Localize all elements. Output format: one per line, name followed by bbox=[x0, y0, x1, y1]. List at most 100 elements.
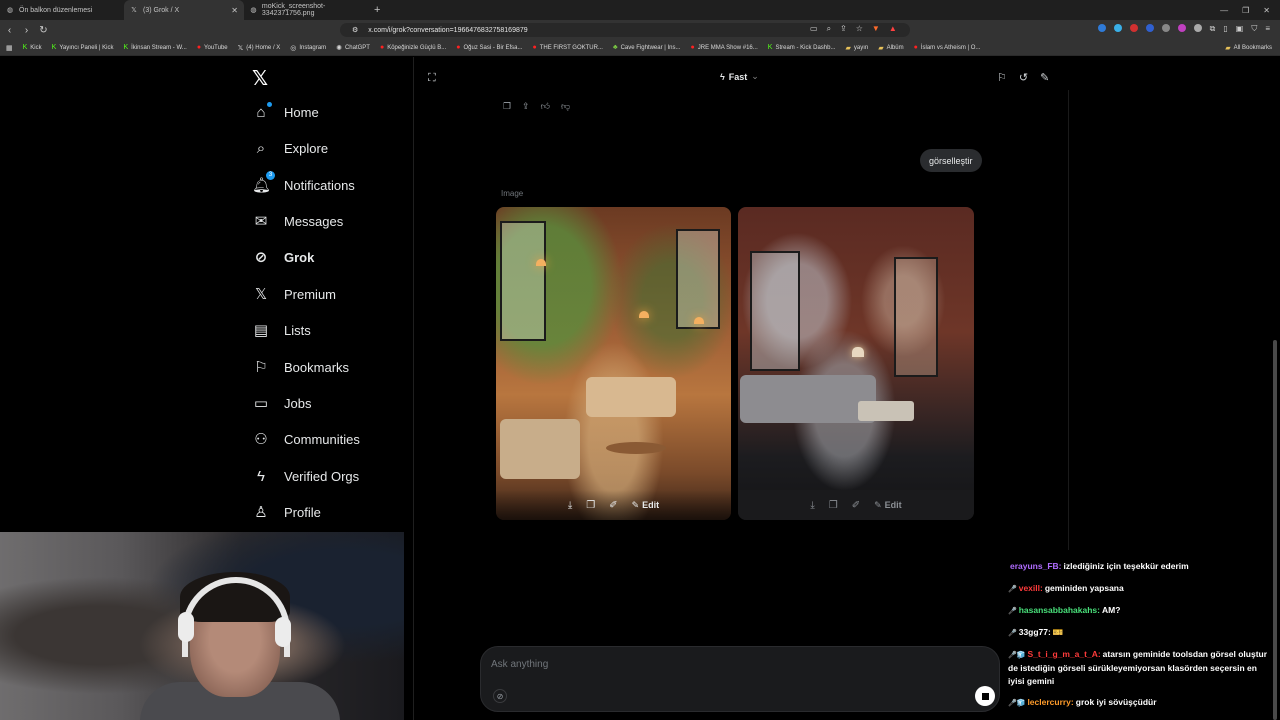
model-label: Fast bbox=[728, 71, 748, 82]
edit-button[interactable]: ✎ Edit bbox=[874, 500, 902, 511]
extension-icon[interactable] bbox=[1193, 24, 1202, 32]
chat-username: vexill: bbox=[1018, 583, 1043, 593]
envelope-icon: ✉ bbox=[254, 213, 268, 230]
sidebar-item-jobs[interactable]: ▭ Jobs bbox=[252, 391, 312, 415]
expand-icon[interactable]: ⛶ bbox=[428, 72, 436, 85]
image-armchair bbox=[500, 419, 580, 479]
chat-badges: 🎤 bbox=[1008, 630, 1017, 637]
chevron-down-icon: ⌄ bbox=[751, 71, 759, 81]
forward-icon[interactable]: › bbox=[19, 25, 34, 36]
sidebar-item-label: Grok bbox=[284, 249, 315, 265]
sidebar-item-bookmarks[interactable]: ⚐ Bookmarks bbox=[252, 355, 349, 379]
back-icon[interactable]: ‹ bbox=[2, 25, 17, 36]
download-icon[interactable]: ⤓ bbox=[568, 500, 572, 511]
sidebar-item-premium[interactable]: 𝕏 Premium bbox=[252, 282, 336, 306]
bookmark-icon[interactable]: ⚐ bbox=[997, 71, 1007, 84]
brave-shield-icon[interactable]: ▼ bbox=[872, 24, 880, 34]
sidebar-item-notifications[interactable]: 🔔︎ 3 Notifications bbox=[252, 171, 355, 197]
star-icon[interactable]: ☆ bbox=[856, 24, 863, 34]
bookmark-item[interactable]: ◎ Instagram bbox=[290, 44, 326, 52]
browser-tab[interactable]: ◍ Ön balkon düzenlemesi bbox=[0, 0, 124, 20]
download-icon[interactable]: ⤓ bbox=[810, 500, 814, 511]
animate-icon[interactable]: ✐ bbox=[852, 500, 860, 511]
shield-icon[interactable]: ⛉ bbox=[1251, 24, 1257, 34]
share-icon[interactable]: ⇪ bbox=[840, 24, 847, 34]
edit-button[interactable]: ✎ Edit bbox=[632, 500, 660, 511]
extension-icon[interactable] bbox=[1145, 24, 1154, 32]
animate-icon[interactable]: ✐ bbox=[609, 500, 617, 511]
close-window-icon[interactable]: ✕ bbox=[1263, 6, 1270, 15]
site-info-icon[interactable]: ⚙ bbox=[352, 26, 358, 34]
sidebar-item-communities[interactable]: ⚇ Communities bbox=[252, 427, 360, 451]
minimize-icon[interactable]: — bbox=[1220, 6, 1228, 15]
zoom-icon[interactable]: ⌕ bbox=[827, 24, 831, 34]
attach-icon[interactable]: ⊘ bbox=[493, 689, 507, 703]
reload-icon[interactable]: ↻ bbox=[36, 25, 51, 36]
maximize-icon[interactable]: ❐ bbox=[1242, 6, 1249, 15]
chat-text: izlediğiniz için teşekkür ederim bbox=[1063, 561, 1189, 571]
person-icon: ♙ bbox=[254, 504, 268, 521]
sidebar-item-grok[interactable]: ⊘ Grok bbox=[252, 245, 315, 269]
sidebar-icon[interactable]: ▯ bbox=[1223, 24, 1227, 34]
sidebar-item-verified-orgs[interactable]: ϟ Verified Orgs bbox=[252, 464, 359, 488]
copy-icon[interactable]: ❐ bbox=[829, 500, 838, 511]
browser-tab-active[interactable]: 𝕏 (3) Grok / X ✕ bbox=[124, 0, 244, 20]
extension-icon[interactable] bbox=[1113, 24, 1122, 32]
browser-tab[interactable]: ◍ moKick_screenshot-3342371756.png bbox=[244, 0, 368, 20]
copy-icon[interactable]: ❐ bbox=[503, 101, 511, 112]
sidebar-item-explore[interactable]: ⌕ Explore bbox=[252, 136, 328, 160]
generated-image[interactable]: ⤓ ❐ ✐ ✎ Edit bbox=[738, 207, 974, 520]
stop-button[interactable] bbox=[975, 686, 995, 706]
copy-icon[interactable]: ❐ bbox=[586, 500, 595, 511]
bookmark-item[interactable]: K Kick bbox=[23, 44, 42, 51]
chat-username: hasansabbahakahs: bbox=[1018, 605, 1100, 615]
all-bookmarks[interactable]: ▰ All Bookmarks bbox=[1225, 44, 1280, 52]
sidebar-item-lists[interactable]: ▤ Lists bbox=[252, 318, 311, 342]
bookmark-item[interactable]: ● YouTube bbox=[197, 44, 228, 51]
sidebar-item-home[interactable]: ⌂ Home bbox=[252, 100, 319, 124]
generated-image[interactable]: ⤓ ❐ ✐ ✎ Edit bbox=[496, 207, 731, 520]
chat-text: grok iyi sövüşçüdür bbox=[1075, 697, 1157, 707]
bookmark-item[interactable]: K İkinsan Stream - W... bbox=[123, 44, 186, 51]
scrollbar[interactable] bbox=[1273, 340, 1277, 720]
share-icon[interactable]: ⇪ bbox=[522, 101, 530, 112]
extension-icon[interactable] bbox=[1129, 24, 1138, 32]
menu-icon[interactable]: ≡ bbox=[1265, 24, 1270, 34]
bookmark-item[interactable]: ● Oğuz Sasi - Bir Efsa... bbox=[456, 44, 522, 51]
people-icon: ⚇ bbox=[254, 431, 268, 448]
thumbs-up-icon[interactable]: 👍︎ bbox=[541, 101, 550, 112]
bookmark-item[interactable]: K Stream - Kick Dashb... bbox=[768, 44, 836, 51]
sidebar-item-messages[interactable]: ✉ Messages bbox=[252, 209, 344, 233]
sidebar-item-profile[interactable]: ♙ Profile bbox=[252, 500, 321, 524]
extension-icon[interactable] bbox=[1177, 24, 1186, 32]
x-logo-icon[interactable]: 𝕏 bbox=[252, 66, 268, 91]
new-tab-icon[interactable]: + bbox=[374, 4, 380, 16]
extension-icon[interactable] bbox=[1097, 24, 1106, 32]
bookmark-item[interactable]: ✺ ChatGPT bbox=[336, 44, 370, 52]
wallet-icon[interactable]: ▣ bbox=[1236, 24, 1244, 34]
thumbs-down-icon[interactable]: 👎︎ bbox=[561, 101, 570, 112]
bookmark-item[interactable]: 𝕏 (4) Home / X bbox=[238, 44, 281, 52]
rewards-icon[interactable]: ▲ bbox=[889, 24, 897, 34]
extension-icon[interactable] bbox=[1161, 24, 1170, 32]
new-chat-icon[interactable]: ✎ bbox=[1040, 71, 1049, 84]
cast-icon[interactable]: ▭ bbox=[810, 24, 818, 34]
image-toolbar: ⤓ ❐ ✐ ✎ Edit bbox=[496, 490, 731, 520]
bookmark-item[interactable]: ● İslam vs Atheism | O... bbox=[914, 44, 981, 51]
model-selector[interactable]: ϟ Fast ⌄ bbox=[720, 71, 759, 82]
history-icon[interactable]: ↺ bbox=[1019, 71, 1028, 84]
bookmark-folder[interactable]: ▰ yayın bbox=[845, 44, 868, 52]
apps-icon[interactable]: ▦ bbox=[6, 44, 13, 52]
close-icon[interactable]: ✕ bbox=[231, 6, 238, 15]
bookmark-item[interactable]: K Yayıncı Paneli | Kick bbox=[52, 44, 114, 51]
bookmark-folder[interactable]: ▰ Albüm bbox=[878, 44, 903, 52]
bookmark-item[interactable]: ● JRE MMA Show #16... bbox=[691, 44, 758, 51]
chat-message: 🎤 hasansabbahakahs: AM? bbox=[1008, 604, 1272, 618]
bookmark-item[interactable]: ● THE FIRST GOKTUR... bbox=[533, 44, 603, 51]
composer: ⊘ bbox=[480, 646, 1000, 712]
bookmark-item[interactable]: ● Köpeğinizle Güçlü B... bbox=[380, 44, 446, 51]
ask-input[interactable] bbox=[491, 659, 971, 670]
chat-message: 🎤🧊 leclercurry: grok iyi sövüşçüdür bbox=[1008, 696, 1272, 710]
puzzle-icon[interactable]: ⧉ bbox=[1210, 24, 1216, 34]
bookmark-item[interactable]: ♣ Cave Fightwear | Ins... bbox=[613, 44, 681, 51]
